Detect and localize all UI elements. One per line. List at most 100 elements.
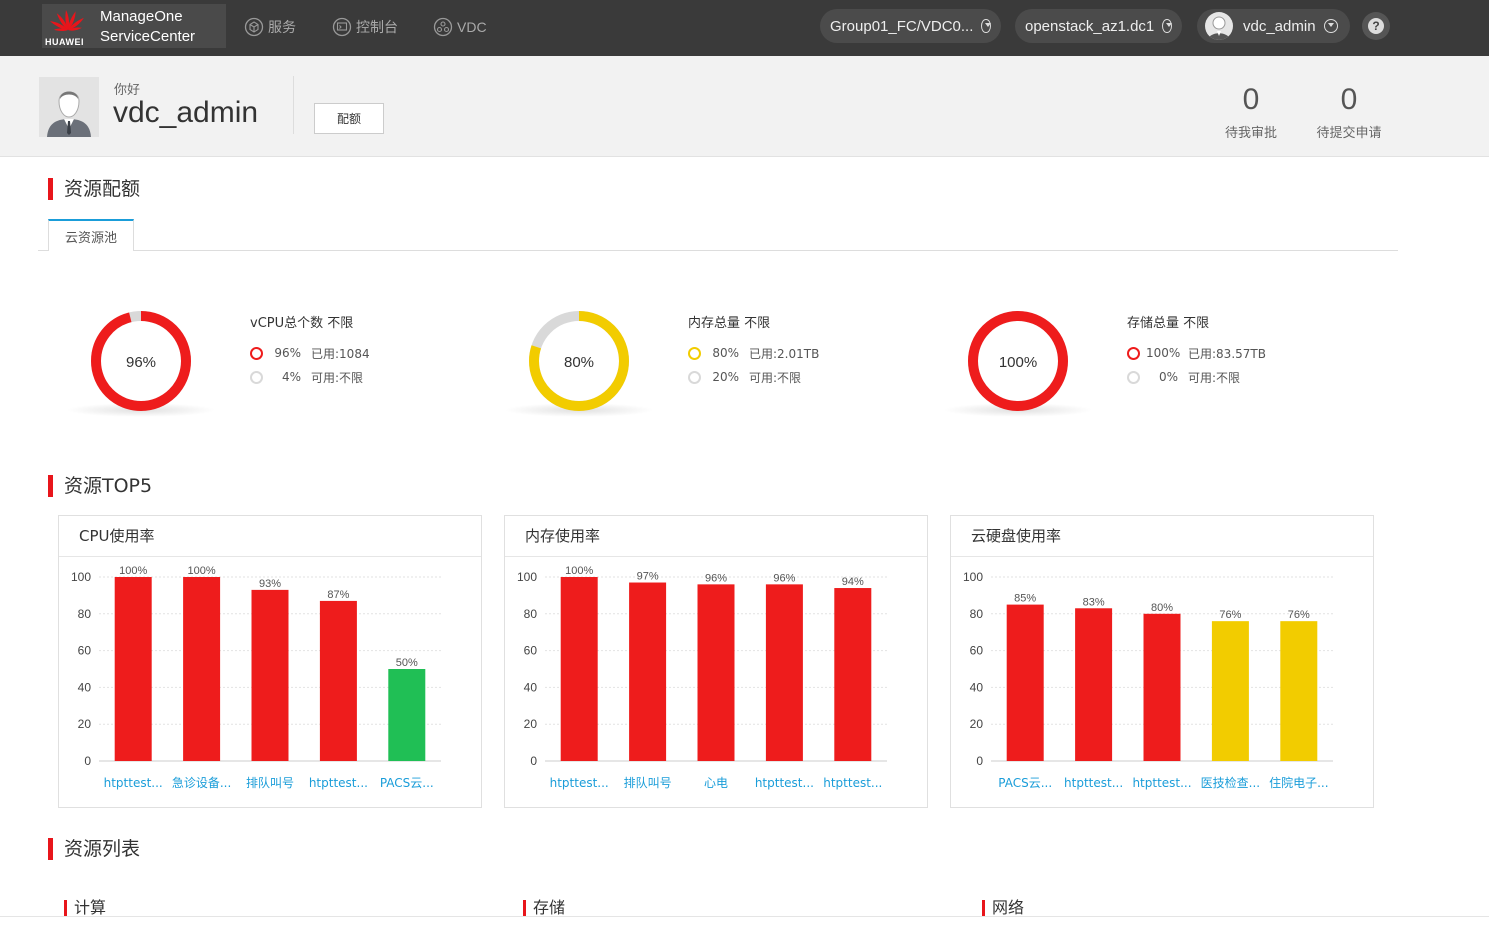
vdc-selector-value: Group01_FC/VDC0... <box>830 17 974 35</box>
usage-donut-chart: 80% <box>529 311 629 411</box>
console-icon <box>332 17 352 37</box>
help-icon: ? <box>1368 18 1384 34</box>
vdc-icon <box>433 17 453 37</box>
legend-row: 80% 已用:2.01TB <box>688 341 819 365</box>
legend-text: 可用:不限 <box>311 370 364 385</box>
vdc-selector[interactable]: Group01_FC/VDC0... <box>820 9 1001 43</box>
chart-panel-disk: 云硬盘使用率 0 20 40 60 80 100 85% PACS云... 83% htpttes… <box>950 515 1374 808</box>
nav-vdc-label: VDC <box>457 19 487 35</box>
y-tick-label: 80 <box>524 607 538 621</box>
bar <box>114 577 152 761</box>
nav-vdc[interactable]: VDC <box>433 16 487 38</box>
bar <box>183 577 221 761</box>
y-tick-label: 100 <box>963 570 983 584</box>
bar-data-label: 96% <box>773 572 795 584</box>
legend-text: 已用:83.57TB <box>1188 346 1266 361</box>
x-tick-label[interactable]: PACS云... <box>998 776 1052 790</box>
legend-text: 可用:不限 <box>749 370 802 385</box>
product-title-line2: ServiceCenter <box>100 28 196 45</box>
user-avatar-icon <box>39 77 99 137</box>
legend-text: 已用:1084 <box>311 346 370 361</box>
legend-percent: 4% <box>281 370 301 384</box>
y-tick-label: 20 <box>970 717 984 731</box>
bar-data-label: 80% <box>1151 602 1173 614</box>
top-navigation-bar: HUAWEI ManageOne ServiceCenter 服务 控制台 VD… <box>0 0 1489 56</box>
quota-button[interactable]: 配额 <box>314 103 384 134</box>
stat-pending-submit[interactable]: 0 待提交申请 <box>1304 80 1394 141</box>
list-column-storage[interactable]: 存储 <box>523 899 565 917</box>
x-tick-label[interactable]: 心电 <box>704 776 728 790</box>
chart-title: 云硬盘使用率 <box>951 516 1373 557</box>
y-tick-label: 0 <box>84 754 91 768</box>
legend-text: 已用:2.01TB <box>749 346 820 361</box>
profile-banner: 你好 vdc_admin 配额 0 待我审批 0 待提交申请 <box>0 56 1489 157</box>
bar <box>765 584 803 761</box>
legend-dot-icon <box>250 370 263 384</box>
chevron-down-icon <box>1162 19 1172 33</box>
chevron-down-icon <box>1323 19 1338 33</box>
huawei-logo-icon <box>49 10 84 32</box>
usage-donut-chart: 96% <box>91 311 191 411</box>
bar <box>1006 604 1044 761</box>
nav-services[interactable]: 服务 <box>244 16 296 38</box>
bar-data-label: 94% <box>842 576 864 588</box>
disk-usage-chart: 0 20 40 60 80 100 85% PACS云... 83% htpttest... 80%… <box>963 570 1333 790</box>
legend-percent: 96% <box>274 346 301 360</box>
legend-title: vCPU总个数 不限 <box>250 316 354 331</box>
help-button[interactable]: ? <box>1362 12 1390 40</box>
section-title-resource-list: 资源列表 <box>48 838 140 860</box>
region-selector[interactable]: openstack_az1.dc1 <box>1015 9 1182 43</box>
donut-center-label: 80% <box>564 354 594 371</box>
legend-row: 4% 可用:不限 <box>250 365 370 389</box>
usage-donut-chart: 100% <box>968 311 1068 411</box>
x-tick-label[interactable]: htpttest... <box>309 776 368 790</box>
x-tick-label[interactable]: 急诊设备... <box>172 775 231 790</box>
y-tick-label: 100 <box>71 570 91 584</box>
y-tick-label: 40 <box>970 680 984 694</box>
legend-text: 可用:不限 <box>1188 370 1241 385</box>
bar <box>1280 621 1318 761</box>
cpu-usage-chart: 0 20 40 60 80 100 100% htpttest... 100% 急诊设备... 93… <box>71 565 441 790</box>
x-tick-label[interactable]: htpttest... <box>823 776 882 790</box>
section-title-top5: 资源TOP5 <box>48 475 152 497</box>
x-tick-label[interactable]: 医技检查... <box>1201 775 1260 790</box>
x-tick-label[interactable]: PACS云... <box>380 776 434 790</box>
legend-dot-icon <box>250 346 263 360</box>
bar-data-label: 83% <box>1083 596 1105 608</box>
list-column-compute[interactable]: 计算 <box>64 899 106 917</box>
legend-dot-icon <box>688 346 701 360</box>
legend-percent: 20% <box>712 370 739 384</box>
x-tick-label[interactable]: 住院电子... <box>1269 776 1328 790</box>
y-tick-label: 80 <box>970 607 984 621</box>
stat-label: 待提交申请 <box>1316 126 1382 141</box>
logo-brand-text: HUAWEI <box>45 37 84 47</box>
x-tick-label[interactable]: 排队叫号 <box>246 775 294 790</box>
legend-percent: 0% <box>1158 370 1178 384</box>
bar <box>1075 608 1113 761</box>
x-tick-label[interactable]: htpttest... <box>1132 776 1191 790</box>
bar <box>1143 613 1181 761</box>
donut-legend: 内存总量 不限 80% 已用:2.01TB 20% 可用:不限 <box>688 312 819 389</box>
x-tick-label[interactable]: 排队叫号 <box>624 775 672 790</box>
x-tick-label[interactable]: htpttest... <box>755 776 814 790</box>
user-menu-name: vdc_admin <box>1243 17 1316 35</box>
legend-dot-icon <box>1127 370 1140 384</box>
legend-row: 0% 可用:不限 <box>1127 365 1266 389</box>
tab-cloud-resource-pool[interactable]: 云资源池 <box>48 219 134 251</box>
chart-panel-cpu: CPU使用率 0 20 40 60 80 100 100% htpttest... 100% 急诊… <box>58 515 482 808</box>
x-tick-label[interactable]: htpttest... <box>550 776 609 790</box>
chart-title: CPU使用率 <box>59 516 481 557</box>
app-logo[interactable]: HUAWEI ManageOne ServiceCenter <box>42 4 226 48</box>
x-tick-label[interactable]: htpttest... <box>104 776 163 790</box>
stat-pending-approval[interactable]: 0 待我审批 <box>1206 80 1296 141</box>
bar-data-label: 96% <box>705 572 727 584</box>
x-tick-label[interactable]: htpttest... <box>1064 776 1123 790</box>
user-menu[interactable]: vdc_admin <box>1197 9 1350 43</box>
y-tick-label: 20 <box>524 717 538 731</box>
legend-row: 96% 已用:1084 <box>250 341 370 365</box>
y-tick-label: 20 <box>78 717 92 731</box>
nav-console[interactable]: 控制台 <box>332 16 398 38</box>
list-column-network[interactable]: 网络 <box>982 899 1024 917</box>
page-username: vdc_admin <box>113 96 259 129</box>
y-tick-label: 40 <box>78 680 92 694</box>
